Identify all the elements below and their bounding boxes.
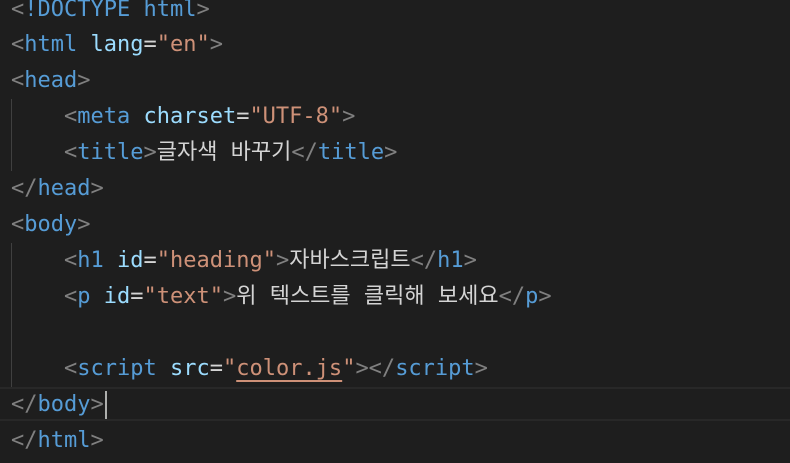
title-tag-close: title — [317, 140, 385, 165]
p-tag-close: p — [525, 284, 539, 309]
code-line-doctype[interactable]: <!DOCTYPE html> — [11, 0, 210, 28]
code-line-head-open[interactable]: <head> — [11, 63, 90, 99]
script-tag-close: script — [395, 356, 475, 381]
src-quote-open: " — [222, 356, 237, 381]
h1-id-attribute: id — [116, 248, 144, 273]
title-text: 글자색 바꾸기 — [156, 140, 292, 165]
p-tag-open: p — [77, 284, 91, 309]
active-line-highlight — [0, 387, 790, 421]
charset-attribute: charset — [143, 104, 237, 129]
charset-value: "UTF-8" — [249, 104, 343, 129]
code-line-title[interactable]: <title>글자색 바꾸기</title> — [11, 135, 397, 171]
p-text: 위 텍스트를 클릭해 보세요 — [236, 284, 499, 309]
text-cursor — [104, 391, 107, 419]
html-tag: html — [24, 32, 78, 57]
html-tag-close: html — [37, 428, 91, 453]
code-line-meta[interactable]: <meta charset="UTF-8"> — [11, 99, 355, 135]
head-tag-close: head — [37, 176, 91, 201]
body-tag: body — [24, 212, 78, 237]
code-line-p[interactable]: <p id="text">위 텍스트를 클릭해 보세요</p> — [11, 279, 552, 315]
code-line-body-open[interactable]: <body> — [11, 207, 90, 243]
body-tag-close: body — [37, 392, 91, 417]
h1-text: 자바스크립트 — [289, 248, 411, 273]
p-id-value: "text" — [143, 284, 223, 309]
doctype-keyword: !DOCTYPE html — [24, 0, 197, 22]
src-attribute: src — [169, 356, 210, 381]
code-line-html-open[interactable]: <html lang="en"> — [11, 27, 223, 63]
p-id-attribute: id — [103, 284, 131, 309]
lang-value: "en" — [156, 32, 210, 57]
h1-tag-open: h1 — [77, 248, 104, 273]
head-tag: head — [24, 68, 78, 93]
script-tag-open: script — [77, 356, 157, 381]
code-line-h1[interactable]: <h1 id="heading">자바스크립트</h1> — [11, 243, 477, 279]
code-line-html-close[interactable]: </html> — [11, 423, 104, 459]
h1-tag-close: h1 — [437, 248, 464, 273]
code-editor[interactable]: <!DOCTYPE html> <html lang="en"> <head> … — [0, 0, 790, 463]
lang-attribute: lang — [90, 32, 144, 57]
meta-tag: meta — [77, 104, 131, 129]
h1-id-value: "heading" — [156, 248, 276, 273]
code-line-head-close[interactable]: </head> — [11, 171, 104, 207]
code-line-body-close[interactable]: </body> — [11, 387, 107, 423]
title-tag-open: title — [77, 140, 144, 165]
src-link[interactable]: color.js — [236, 356, 342, 381]
src-quote-close: " — [342, 356, 356, 381]
code-line-script[interactable]: <script src="color.js"></script> — [11, 351, 488, 387]
